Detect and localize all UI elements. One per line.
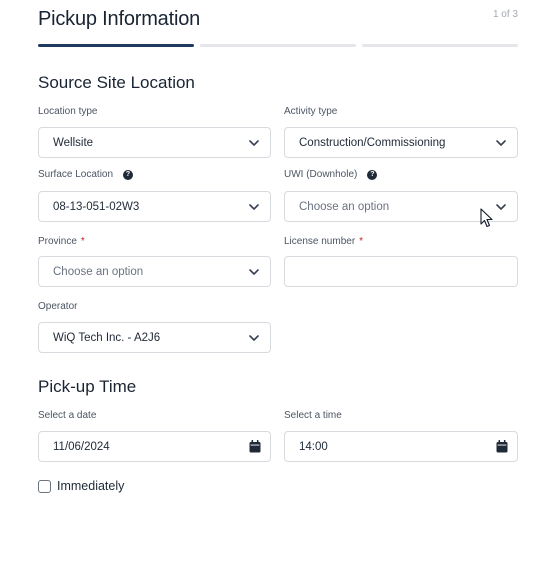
location-type-select[interactable]: Wellsite (38, 127, 271, 158)
location-type-value: Wellsite (53, 136, 94, 149)
date-value: 11/06/2024 (53, 440, 110, 453)
province-placeholder: Choose an option (53, 265, 144, 278)
step-counter: 1 of 3 (492, 9, 518, 20)
time-label-text: Select a time (284, 410, 342, 421)
uwi-placeholder: Choose an option (299, 200, 390, 213)
activity-type-label: Activity type (284, 106, 337, 117)
license-number-input[interactable] (284, 256, 518, 287)
activity-type-value: Construction/Commissioning (299, 136, 446, 149)
province-label-text: Province (38, 236, 77, 247)
chevron-down-icon (249, 204, 259, 210)
surface-location-label: Surface Location ? (38, 169, 134, 180)
date-label: Select a date (38, 410, 96, 421)
step-progress-bar (38, 44, 518, 48)
required-mark: * (80, 236, 85, 247)
province-select[interactable]: Choose an option (38, 256, 271, 287)
operator-value: WiQ Tech Inc. - A2J6 (53, 331, 161, 344)
calendar-icon[interactable] (496, 440, 508, 453)
license-number-label-text: License number (284, 236, 356, 247)
chevron-down-icon (249, 335, 259, 341)
time-input[interactable]: 14:00 (284, 431, 518, 462)
chevron-down-icon (249, 140, 259, 146)
immediately-checkbox[interactable] (38, 479, 51, 493)
date-input[interactable]: 11/06/2024 (38, 431, 271, 462)
license-number-label: License number * (284, 236, 363, 247)
page-title: Pickup Information (38, 8, 201, 30)
info-icon[interactable]: ? (367, 169, 378, 180)
surface-location-value: 08-13-051-02W3 (53, 200, 140, 213)
immediately-label: Immediately (57, 479, 125, 493)
operator-select[interactable]: WiQ Tech Inc. - A2J6 (38, 322, 271, 353)
time-value: 14:00 (299, 440, 328, 453)
progress-step-1 (38, 44, 194, 47)
immediately-option[interactable]: Immediately (38, 479, 124, 493)
province-label: Province * (38, 236, 85, 247)
date-label-text: Select a date (38, 410, 97, 421)
activity-type-label-text: Activity type (284, 106, 338, 117)
calendar-icon[interactable] (249, 440, 261, 453)
location-type-label-text: Location type (38, 106, 98, 117)
time-label: Select a time (284, 410, 342, 421)
section-title-source-site: Source Site Location (38, 73, 195, 92)
chevron-down-icon (249, 269, 259, 275)
section-title-pickup-time: Pick-up Time (38, 377, 137, 396)
operator-label-text: Operator (38, 301, 78, 312)
mouse-cursor-icon (480, 208, 493, 228)
uwi-label-text: UWI (Downhole) (284, 169, 358, 180)
surface-location-select[interactable]: 08-13-051-02W3 (38, 191, 271, 222)
chevron-down-icon (496, 204, 506, 210)
operator-label: Operator (38, 301, 77, 312)
progress-step-3 (362, 44, 518, 47)
location-type-label: Location type (38, 106, 98, 117)
uwi-label: UWI (Downhole) ? (284, 169, 378, 180)
activity-type-select[interactable]: Construction/Commissioning (284, 127, 518, 158)
required-mark: * (359, 236, 364, 247)
info-icon[interactable]: ? (123, 169, 134, 180)
surface-location-label-text: Surface Location (38, 169, 114, 180)
chevron-down-icon (496, 140, 506, 146)
progress-step-2 (200, 44, 356, 47)
